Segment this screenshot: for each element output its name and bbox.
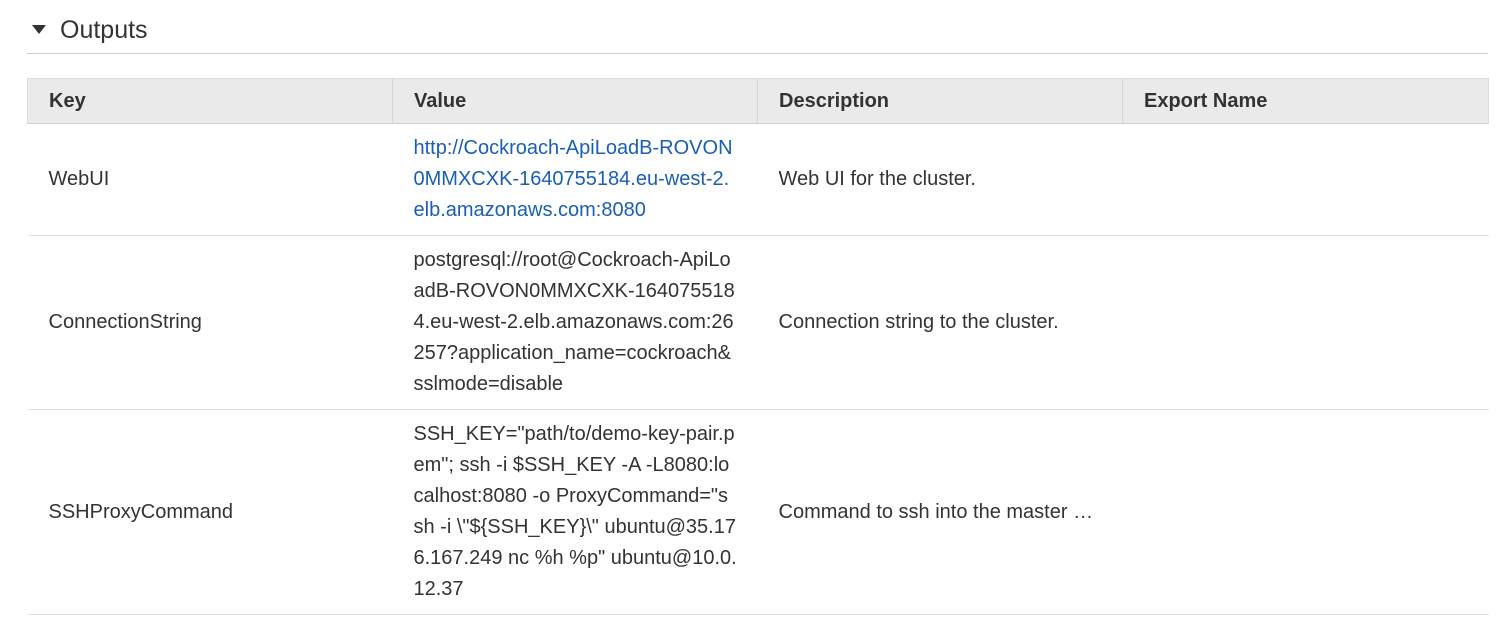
table-row: ConnectionString postgresql://root@Cockr… [27,235,1489,410]
row-description: Web UI for the cluster. [757,123,1123,236]
row-description: Command to ssh into the master … [757,409,1123,615]
description-text: Command to ssh into the master … [778,500,1094,523]
row-value: SSH_KEY="path/to/demo-key-pair.pem"; ssh… [392,409,758,615]
row-key: SSHProxyCommand [27,409,393,615]
outputs-table: Key Value Description Export Name WebUI … [27,78,1489,615]
row-export-name [1122,123,1489,236]
row-export-name [1122,235,1489,410]
web-ui-link[interactable]: http://Cockroach-ApiLoadB-ROVON0MMXCXK-1… [414,137,733,221]
row-value: postgresql://root@Cockroach-ApiLoadB-ROV… [392,235,758,410]
table-row: SSHProxyCommand SSH_KEY="path/to/demo-ke… [27,409,1489,615]
column-header-description[interactable]: Description [757,78,1123,124]
table-row: WebUI http://Cockroach-ApiLoadB-ROVON0MM… [27,123,1489,236]
row-key: ConnectionString [27,235,393,410]
column-header-key[interactable]: Key [27,78,393,124]
column-header-export-name[interactable]: Export Name [1122,78,1489,124]
caret-down-icon[interactable] [32,25,46,34]
row-key: WebUI [27,123,393,236]
row-description: Connection string to the cluster. [757,235,1123,410]
column-header-value[interactable]: Value [392,78,758,124]
description-text: Connection string to the cluster. [778,311,1059,333]
outputs-section-header[interactable]: Outputs [27,0,1488,54]
row-value: http://Cockroach-ApiLoadB-ROVON0MMXCXK-1… [392,123,758,236]
description-text: Web UI for the cluster. [778,168,977,190]
row-export-name [1122,409,1489,615]
table-header-row: Key Value Description Export Name [27,78,1489,124]
section-title: Outputs [60,16,148,44]
